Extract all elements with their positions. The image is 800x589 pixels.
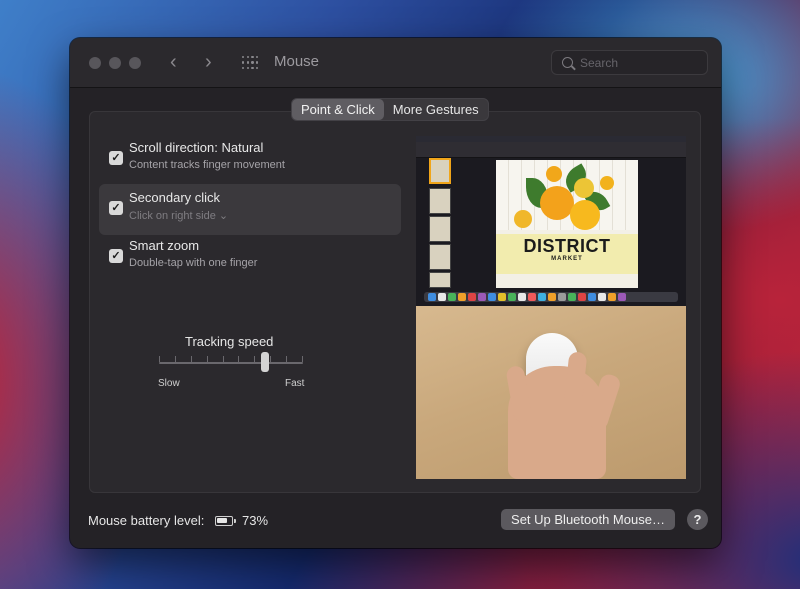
preview-dock	[424, 292, 678, 302]
option-title: Scroll direction: Natural	[129, 140, 264, 155]
option-title: Smart zoom	[129, 238, 200, 253]
mouse-preferences-window: ‹ › Mouse Point & Click More Gestures ✓ …	[70, 38, 721, 548]
option-subtitle: Double-tap with one finger	[129, 257, 258, 269]
slide-subtitle: MARKET	[551, 256, 583, 262]
forward-button[interactable]: ›	[205, 52, 212, 72]
zoom-window-button[interactable]	[129, 57, 141, 69]
slider-max-label: Fast	[285, 378, 305, 389]
tab-point-and-click[interactable]: Point & Click	[292, 99, 384, 120]
secondary-click-dropdown[interactable]: Click on right side ⌄	[129, 209, 228, 222]
slider-thumb[interactable]	[261, 352, 269, 372]
back-button[interactable]: ‹	[170, 52, 177, 72]
tab-more-gestures[interactable]: More Gestures	[384, 99, 488, 120]
search-icon	[562, 57, 573, 68]
tracking-speed-label: Tracking speed	[185, 334, 274, 349]
search-field[interactable]	[551, 50, 708, 75]
slide-title: DISTRICT	[523, 236, 611, 256]
title-bar: ‹ › Mouse	[70, 38, 721, 88]
slider-track	[159, 362, 303, 364]
slider-min-label: Slow	[158, 378, 180, 389]
option-subtitle: Content tracks finger movement	[129, 159, 285, 171]
tracking-speed-slider[interactable]	[159, 352, 303, 372]
preview-slide-thumbnails	[426, 158, 454, 290]
battery-level-label: Mouse battery level:	[88, 513, 205, 528]
option-title: Secondary click	[129, 190, 221, 205]
preview-slide: DISTRICT MARKET	[496, 160, 638, 288]
smart-zoom-checkbox[interactable]: ✓	[109, 249, 123, 263]
search-input[interactable]	[580, 54, 700, 72]
preview-desk	[416, 306, 686, 479]
battery-percent: 73%	[242, 513, 269, 528]
close-window-button[interactable]	[89, 57, 101, 69]
scroll-direction-checkbox[interactable]: ✓	[109, 151, 123, 165]
battery-icon	[215, 516, 236, 526]
preview-screen: DISTRICT MARKET	[416, 136, 686, 306]
secondary-click-checkbox[interactable]: ✓	[109, 201, 123, 215]
battery-fill	[217, 518, 227, 523]
option-smart-zoom[interactable]: ✓ Smart zoom Double-tap with one finger	[99, 232, 401, 283]
option-secondary-click[interactable]: ✓ Secondary click Click on right side ⌄	[99, 184, 401, 235]
help-button[interactable]: ?	[687, 509, 708, 530]
gesture-preview-video: DISTRICT MARKET	[416, 136, 686, 479]
minimize-window-button[interactable]	[109, 57, 121, 69]
setup-bluetooth-mouse-button[interactable]: Set Up Bluetooth Mouse…	[501, 509, 675, 530]
fruit-photo	[496, 160, 638, 230]
tab-bar: Point & Click More Gestures	[291, 98, 489, 121]
preview-toolbar	[416, 142, 686, 158]
option-scroll-direction[interactable]: ✓ Scroll direction: Natural Content trac…	[99, 134, 401, 185]
show-all-grid-icon[interactable]	[242, 56, 259, 70]
window-title: Mouse	[274, 53, 320, 70]
